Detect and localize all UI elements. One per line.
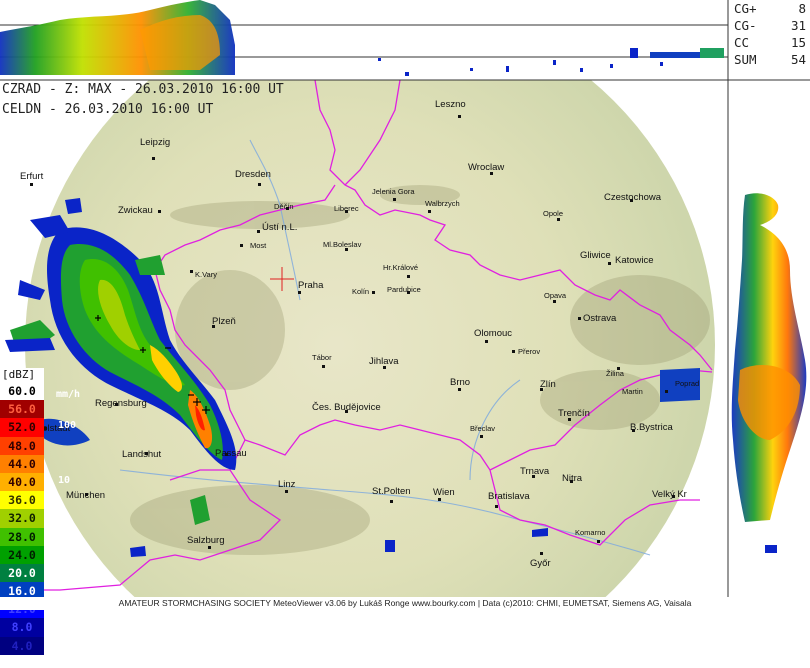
city-label: Erfurt <box>20 171 44 182</box>
city-label: Brno <box>450 377 470 388</box>
radar-product-title: CZRAD - Z: MAX - 26.03.2010 16:00 UT <box>2 82 284 97</box>
city-label: Walbrzych <box>425 199 460 208</box>
city-label: Zwickau <box>118 205 153 216</box>
rain-rate-mark: 1 <box>58 565 65 577</box>
city-label: Czestochowa <box>604 192 662 203</box>
city-label: Ústí n.L. <box>262 222 297 233</box>
legend-level: 32.0 <box>0 509 44 528</box>
count-value: 8 <box>798 1 806 16</box>
legend-unit: [dBZ] <box>0 368 44 382</box>
city-label: Komarno <box>575 528 605 537</box>
count-row: CG- 31 <box>730 17 810 34</box>
city-label: Passau <box>215 448 247 459</box>
city-label: Martin <box>622 387 643 396</box>
city-label: Linz <box>278 479 296 490</box>
count-value: 31 <box>790 18 806 33</box>
city-label: Győr <box>530 558 551 569</box>
city-label: Wroclaw <box>468 162 504 173</box>
count-row: CC 15 <box>730 34 810 51</box>
rain-rate-mark: 0.1 <box>30 656 49 668</box>
legend-level: 28.0 <box>0 527 44 546</box>
city-label: Liberec <box>334 204 359 213</box>
city-label: Čes. Budějovice <box>312 402 381 413</box>
legend-level: 56.0 <box>0 400 44 419</box>
city-label: Děčín <box>274 202 294 211</box>
city-label: Nitra <box>562 473 583 484</box>
rain-rate-unit: mm/h <box>56 389 81 400</box>
legend-level: 24.0 <box>0 545 44 564</box>
credits-footer: AMATEUR STORMCHASING SOCIETY MeteoViewer… <box>0 597 810 610</box>
city-label: Jihlava <box>369 356 399 367</box>
city-label: Tábor <box>312 353 332 362</box>
city-label: Ml.Boleslav <box>323 240 362 249</box>
legend-level: 20.0 <box>0 563 44 583</box>
count-row: CG+ 8 <box>730 0 810 17</box>
dbz-legend: [dBZ] 60.0 56.0 52.0 48.0 44.0 40.0 36.0 32.0 28… <box>0 368 44 655</box>
lightning-product-title: CELDN - 26.03.2010 16:00 UT <box>2 102 214 117</box>
city-label: Leipzig <box>140 137 170 148</box>
city-label: Kolín <box>352 287 369 296</box>
count-row: SUM 54 <box>730 51 810 68</box>
lightning-counts: CG+ 8 CG- 31 CC 15 SUM 54 <box>730 0 810 75</box>
city-label: B.Bystrica <box>630 422 673 433</box>
city-label: Landshut <box>122 449 161 460</box>
legend-level: 40.0 <box>0 472 44 492</box>
city-label: Bratislava <box>488 491 530 502</box>
city-label: Gliwice <box>580 250 611 261</box>
rain-rate-mark: 10 <box>58 474 71 486</box>
city-label: Olomouc <box>474 328 512 339</box>
legend-level: 4.0 <box>0 636 44 655</box>
rain-rate-mark: 100 <box>58 420 77 432</box>
city-label: Žilina <box>606 369 625 378</box>
count-value: 15 <box>790 35 806 50</box>
city-label: München <box>66 490 105 501</box>
city-label: Hr.Králové <box>383 263 418 272</box>
city-label: Katowice <box>615 255 654 266</box>
city-label: Pardubice <box>387 285 421 294</box>
city-label: Přerov <box>518 347 540 356</box>
count-label: CG+ <box>734 1 757 16</box>
city-label: Praha <box>298 280 324 291</box>
city-label: Regensburg <box>95 398 147 409</box>
city-label: Leszno <box>435 99 466 110</box>
city-label: Plzeň <box>212 316 236 327</box>
city-label: Poprad <box>675 379 699 388</box>
count-label: CG- <box>734 18 757 33</box>
count-label: SUM <box>734 52 757 67</box>
count-label: CC <box>734 35 750 50</box>
city-label: Trnava <box>520 466 550 477</box>
city-label: St.Polten <box>372 486 411 497</box>
city-label: Trenčín <box>558 408 590 419</box>
city-label: Opole <box>543 209 563 218</box>
city-label: Wien <box>433 487 455 498</box>
city-label: Opava <box>544 291 567 300</box>
city-label: K.Vary <box>195 270 217 279</box>
legend-level: 52.0 <box>0 418 44 437</box>
count-value: 54 <box>790 52 806 67</box>
city-label: Jelenia Gora <box>372 187 415 196</box>
city-label: Břeclav <box>470 424 495 433</box>
legend-level: 44.0 <box>0 454 44 473</box>
legend-level: 60.0 <box>0 382 44 401</box>
city-label: Dresden <box>235 169 271 180</box>
city-label: Velký Kr <box>652 489 687 500</box>
city-label: Zlín <box>540 379 556 390</box>
city-label: Salzburg <box>187 535 225 546</box>
city-label: Most <box>250 241 267 250</box>
city-label: Ostrava <box>583 313 617 324</box>
legend-level: 36.0 <box>0 491 44 510</box>
legend-level: 8.0 <box>0 618 44 637</box>
legend-level: 48.0 <box>0 436 44 455</box>
